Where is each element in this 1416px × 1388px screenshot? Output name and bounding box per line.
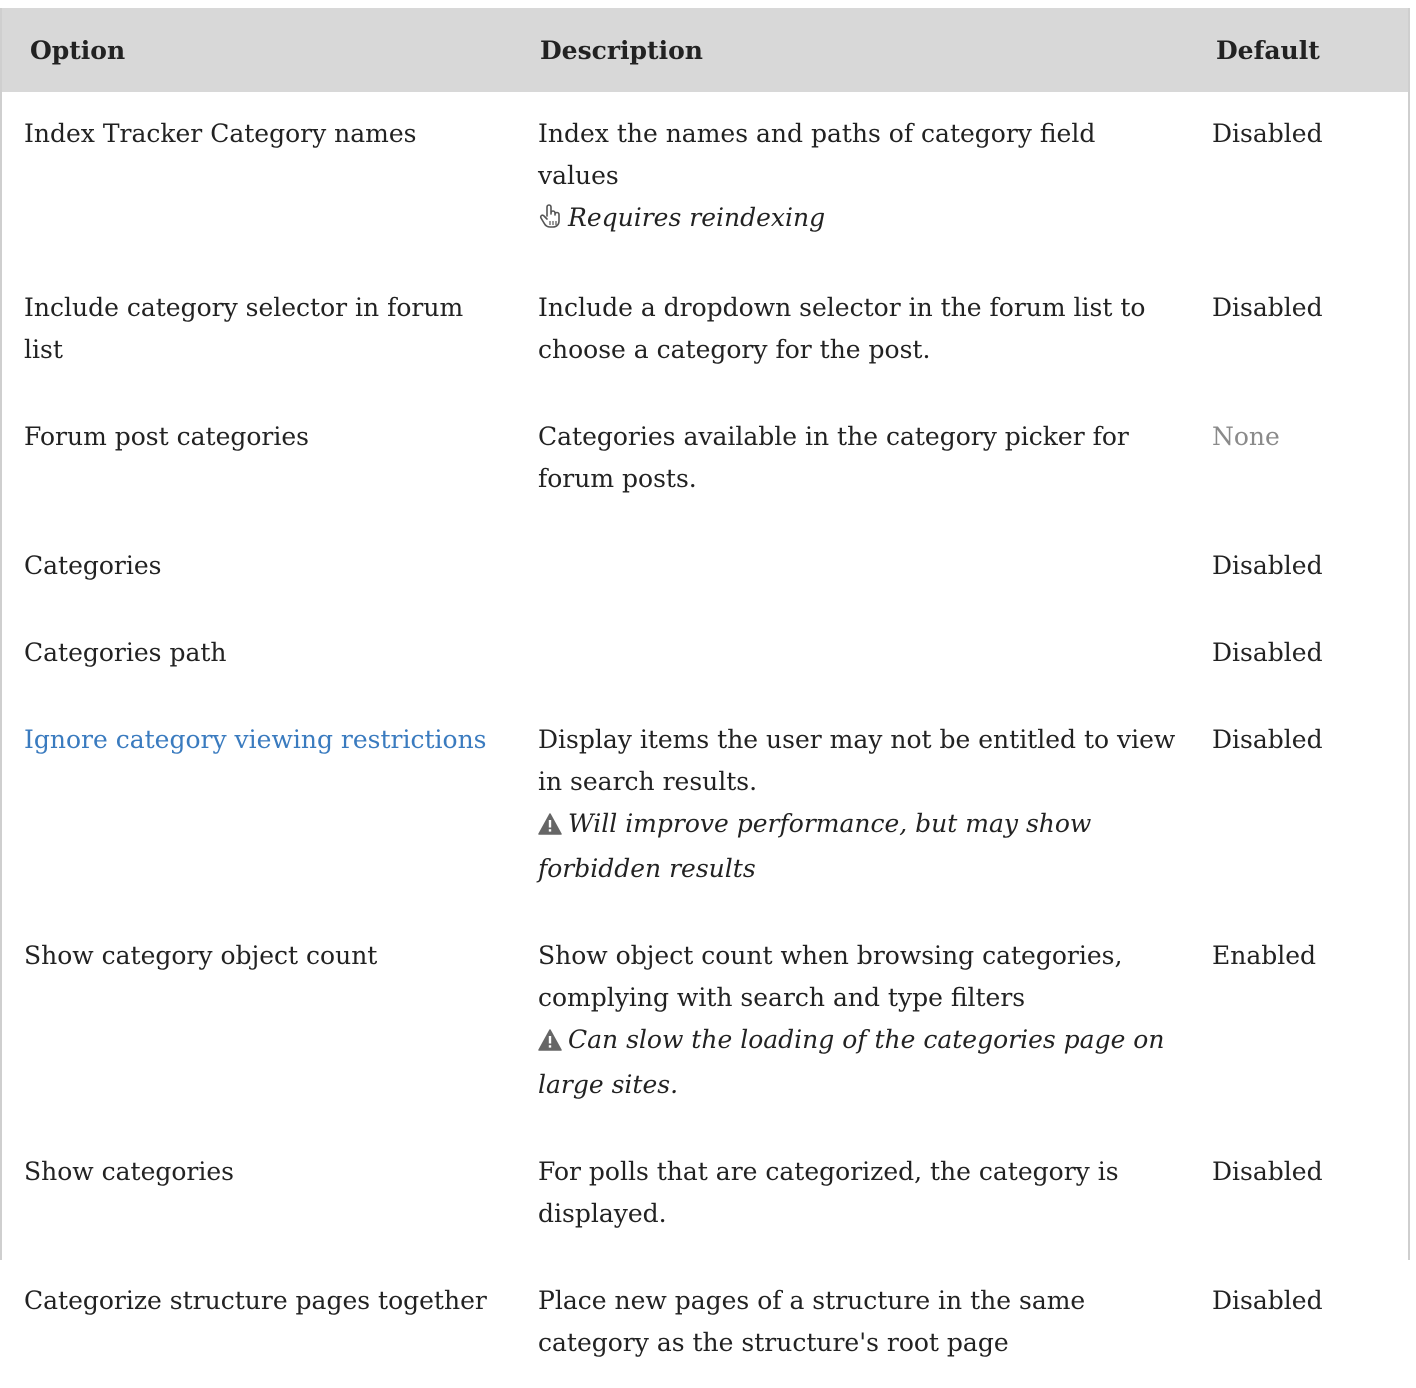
option-name: Categories path [24, 638, 227, 667]
option-description: Place new pages of a structure in the sa… [538, 1286, 1086, 1357]
option-name: Show category object count [24, 941, 378, 970]
warning-icon [538, 1022, 562, 1064]
option-default: Disabled [1212, 293, 1323, 322]
table-header-row: Option Description Default [2, 8, 1408, 92]
option-name: Include category selector in forum list [24, 293, 464, 364]
preferences-table: Option Description Default Index Tracker… [2, 8, 1408, 1388]
option-default: Enabled [1212, 941, 1317, 970]
option-description: Display items the user may not be entitl… [538, 725, 1176, 796]
option-default: Disabled [1212, 119, 1323, 148]
option-name: Show categories [24, 1157, 234, 1186]
table-row: Index Tracker Category names Index the n… [2, 92, 1408, 266]
option-name: Categories [24, 551, 162, 580]
option-description: Show object count when browsing categori… [538, 941, 1123, 1012]
option-note: Requires reindexing [538, 197, 1176, 242]
option-default: Disabled [1212, 1286, 1323, 1315]
option-note-text: Can slow the loading of the categories p… [538, 1025, 1165, 1099]
hand-pointer-icon [538, 200, 562, 242]
option-description-cell: Show object count when browsing categori… [514, 914, 1188, 1130]
option-description: Index the names and paths of category fi… [538, 119, 1096, 190]
option-default: Disabled [1212, 551, 1323, 580]
header-default: Default [1188, 8, 1408, 92]
option-note-text: Will improve performance, but may show f… [538, 809, 1092, 883]
option-name: Categorize structure pages together [24, 1286, 487, 1315]
option-description [514, 611, 1188, 698]
table-row: Categories Disabled [2, 524, 1408, 611]
option-name-cell: Ignore category viewing restrictions [2, 698, 514, 914]
table-row: Ignore category viewing restrictions Dis… [2, 698, 1408, 914]
option-note-text: Requires reindexing [568, 203, 826, 232]
option-name: Forum post categories [24, 422, 309, 451]
option-default: Disabled [1212, 725, 1323, 754]
option-description-cell: Index the names and paths of category fi… [514, 92, 1188, 266]
option-link[interactable]: Ignore category viewing restrictions [24, 725, 487, 754]
option-description: Categories available in the category pic… [538, 422, 1129, 493]
option-description: For polls that are categorized, the cate… [538, 1157, 1119, 1228]
option-description: Include a dropdown selector in the forum… [538, 293, 1146, 364]
header-option: Option [2, 8, 514, 92]
option-default: Disabled [1212, 1157, 1323, 1186]
table-row: Forum post categories Categories availab… [2, 395, 1408, 524]
table-row: Categorize structure pages together Plac… [2, 1259, 1408, 1388]
table-row: Show categories For polls that are categ… [2, 1130, 1408, 1259]
table-row: Categories path Disabled [2, 611, 1408, 698]
option-note: Will improve performance, but may show f… [538, 803, 1176, 890]
option-name: Index Tracker Category names [24, 119, 417, 148]
option-description [514, 524, 1188, 611]
table-row: Include category selector in forum list … [2, 266, 1408, 395]
option-description-cell: Display items the user may not be entitl… [514, 698, 1188, 914]
header-description: Description [514, 8, 1188, 92]
warning-icon [538, 806, 562, 848]
option-default: Disabled [1212, 638, 1323, 667]
table-row: Show category object count Show object c… [2, 914, 1408, 1130]
option-default: None [1212, 422, 1280, 451]
preferences-table-container: Option Description Default Index Tracker… [0, 8, 1410, 1357]
option-note: Can slow the loading of the categories p… [538, 1019, 1176, 1106]
